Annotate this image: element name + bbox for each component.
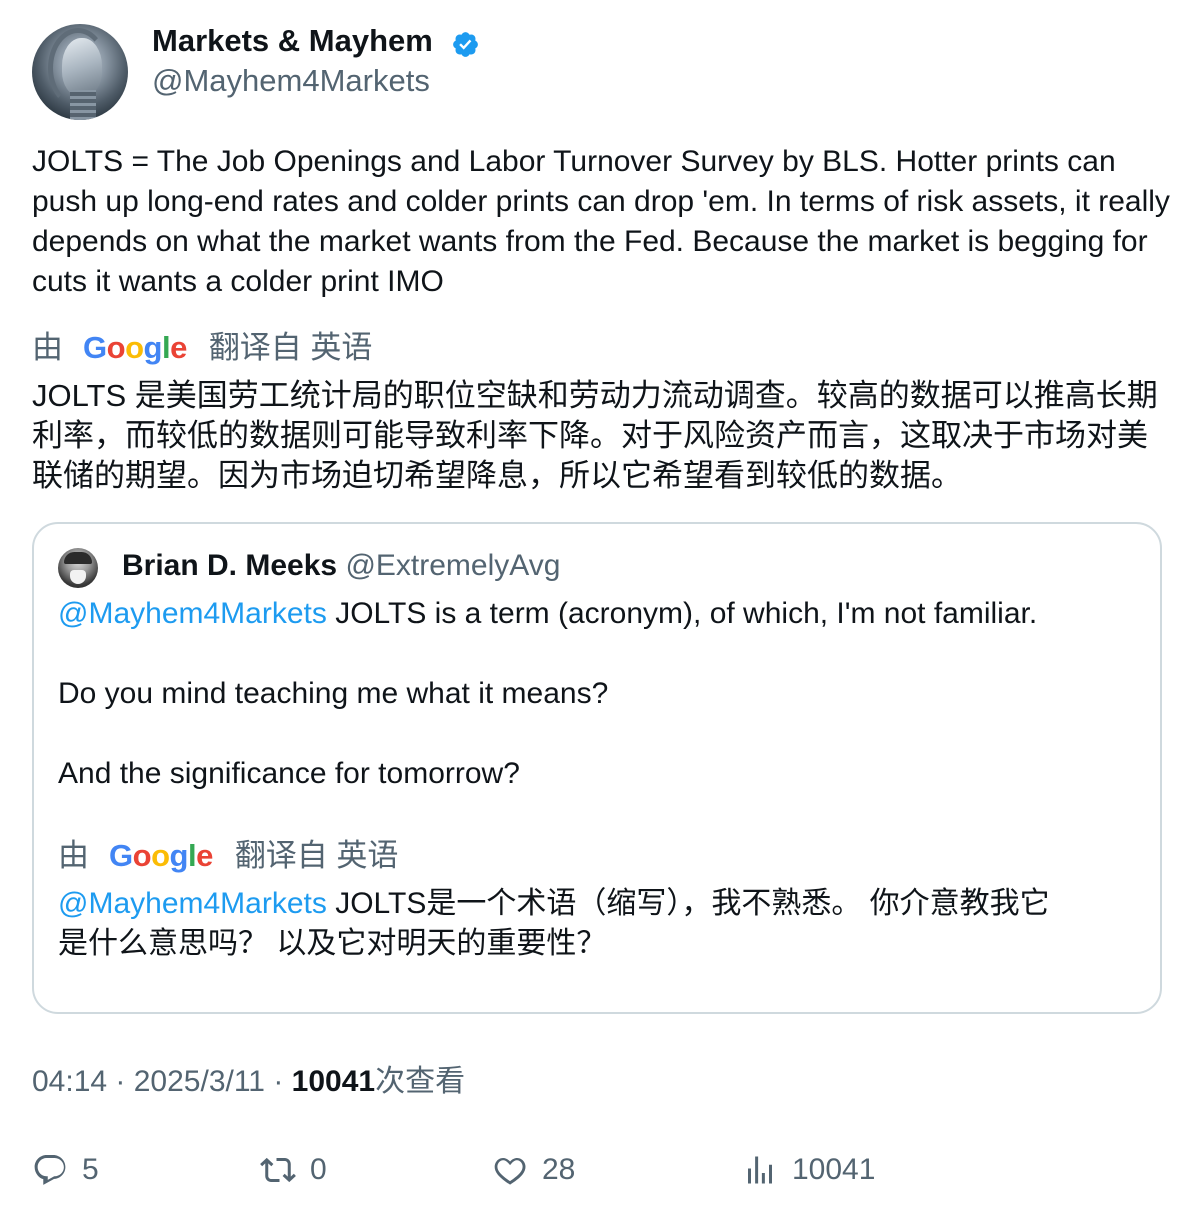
analytics-icon [748,1156,772,1184]
author-name[interactable]: Markets & Mayhem [152,22,433,60]
tweet-meta: 04:14 · 2025/3/11 · 10041次查看 [32,1062,465,1102]
tweet-text: JOLTS = The Job Openings and Labor Turno… [32,145,1170,298]
retweet-count: 0 [310,1153,327,1186]
avatar-beard [70,570,86,584]
quoted-avatar[interactable] [58,548,98,588]
views-count: 10041 [792,1153,876,1186]
quoted-translation-line-2: 是什么意思吗？ 以及它对明天的重要性？ [58,927,607,960]
quoted-translate-suffix: 翻译自 英语 [234,838,399,873]
author-handle[interactable]: @Mayhem4Markets [152,62,430,100]
tweet-time[interactable]: 04:14 [32,1065,107,1098]
author-avatar[interactable] [32,24,128,120]
reply-icon [34,1155,66,1185]
google-logo: Google [83,330,187,365]
retweet-icon [260,1157,296,1183]
translate-suffix: 翻译自 英语 [208,330,373,365]
tweet-translation: JOLTS 是美国劳工统计局的职位空缺和劳动力流动调查。较高的数据可以推高长期利… [32,378,1158,493]
meta-separator: · [265,1065,292,1098]
view-label: 次查看 [375,1065,466,1098]
quoted-google-logo: Google [109,838,213,873]
views-button[interactable]: 10041 [742,1148,875,1192]
avatar-hat [64,552,92,564]
quoted-translation-mention[interactable]: @Mayhem4Markets [58,887,327,920]
quoted-line-2: Do you mind teaching me what it means? [58,677,609,710]
quoted-text-1: JOLTS is a term (acronym), of which, I'm… [326,597,1038,630]
retweet-button[interactable]: 0 [260,1148,327,1192]
quoted-translate-prefix: 由 [58,838,89,873]
like-count: 28 [542,1153,576,1186]
view-count: 10041 [291,1065,376,1098]
tweet-date[interactable]: 2025/3/11 [134,1065,265,1098]
quoted-translation-line-1: @Mayhem4Markets JOLTS是一个术语（缩写），我不熟悉。 你介意… [58,884,1050,924]
translation-attribution: 由 Google 翻译自 英语 [32,328,372,368]
quoted-name: Brian D. Meeks [122,549,338,582]
quoted-tweet[interactable]: Brian D. Meeks @ExtremelyAvg @Mayhem4Mar… [32,522,1162,1014]
quoted-line-1: @Mayhem4Markets JOLTS is a term (acronym… [58,594,1037,634]
meta-separator: · [107,1065,134,1098]
quoted-translation-text-1: JOLTS是一个术语（缩写），我不熟悉。 你介意教我它 [326,887,1050,920]
quoted-line-3: And the significance for tomorrow? [58,757,520,790]
avatar-neck [70,90,96,120]
quoted-handle: @ExtremelyAvg [345,549,561,582]
quoted-author[interactable]: Brian D. Meeks @ExtremelyAvg [122,546,560,586]
heart-icon [494,1157,526,1185]
avatar-face [62,38,102,96]
reply-button[interactable]: 5 [32,1148,99,1192]
quoted-mention[interactable]: @Mayhem4Markets [58,597,327,630]
translate-prefix: 由 [32,330,63,365]
like-button[interactable]: 28 [492,1148,575,1192]
quoted-translation-attribution: 由 Google 翻译自 英语 [58,836,398,876]
reply-count: 5 [82,1153,99,1186]
verified-badge-icon [453,32,478,57]
